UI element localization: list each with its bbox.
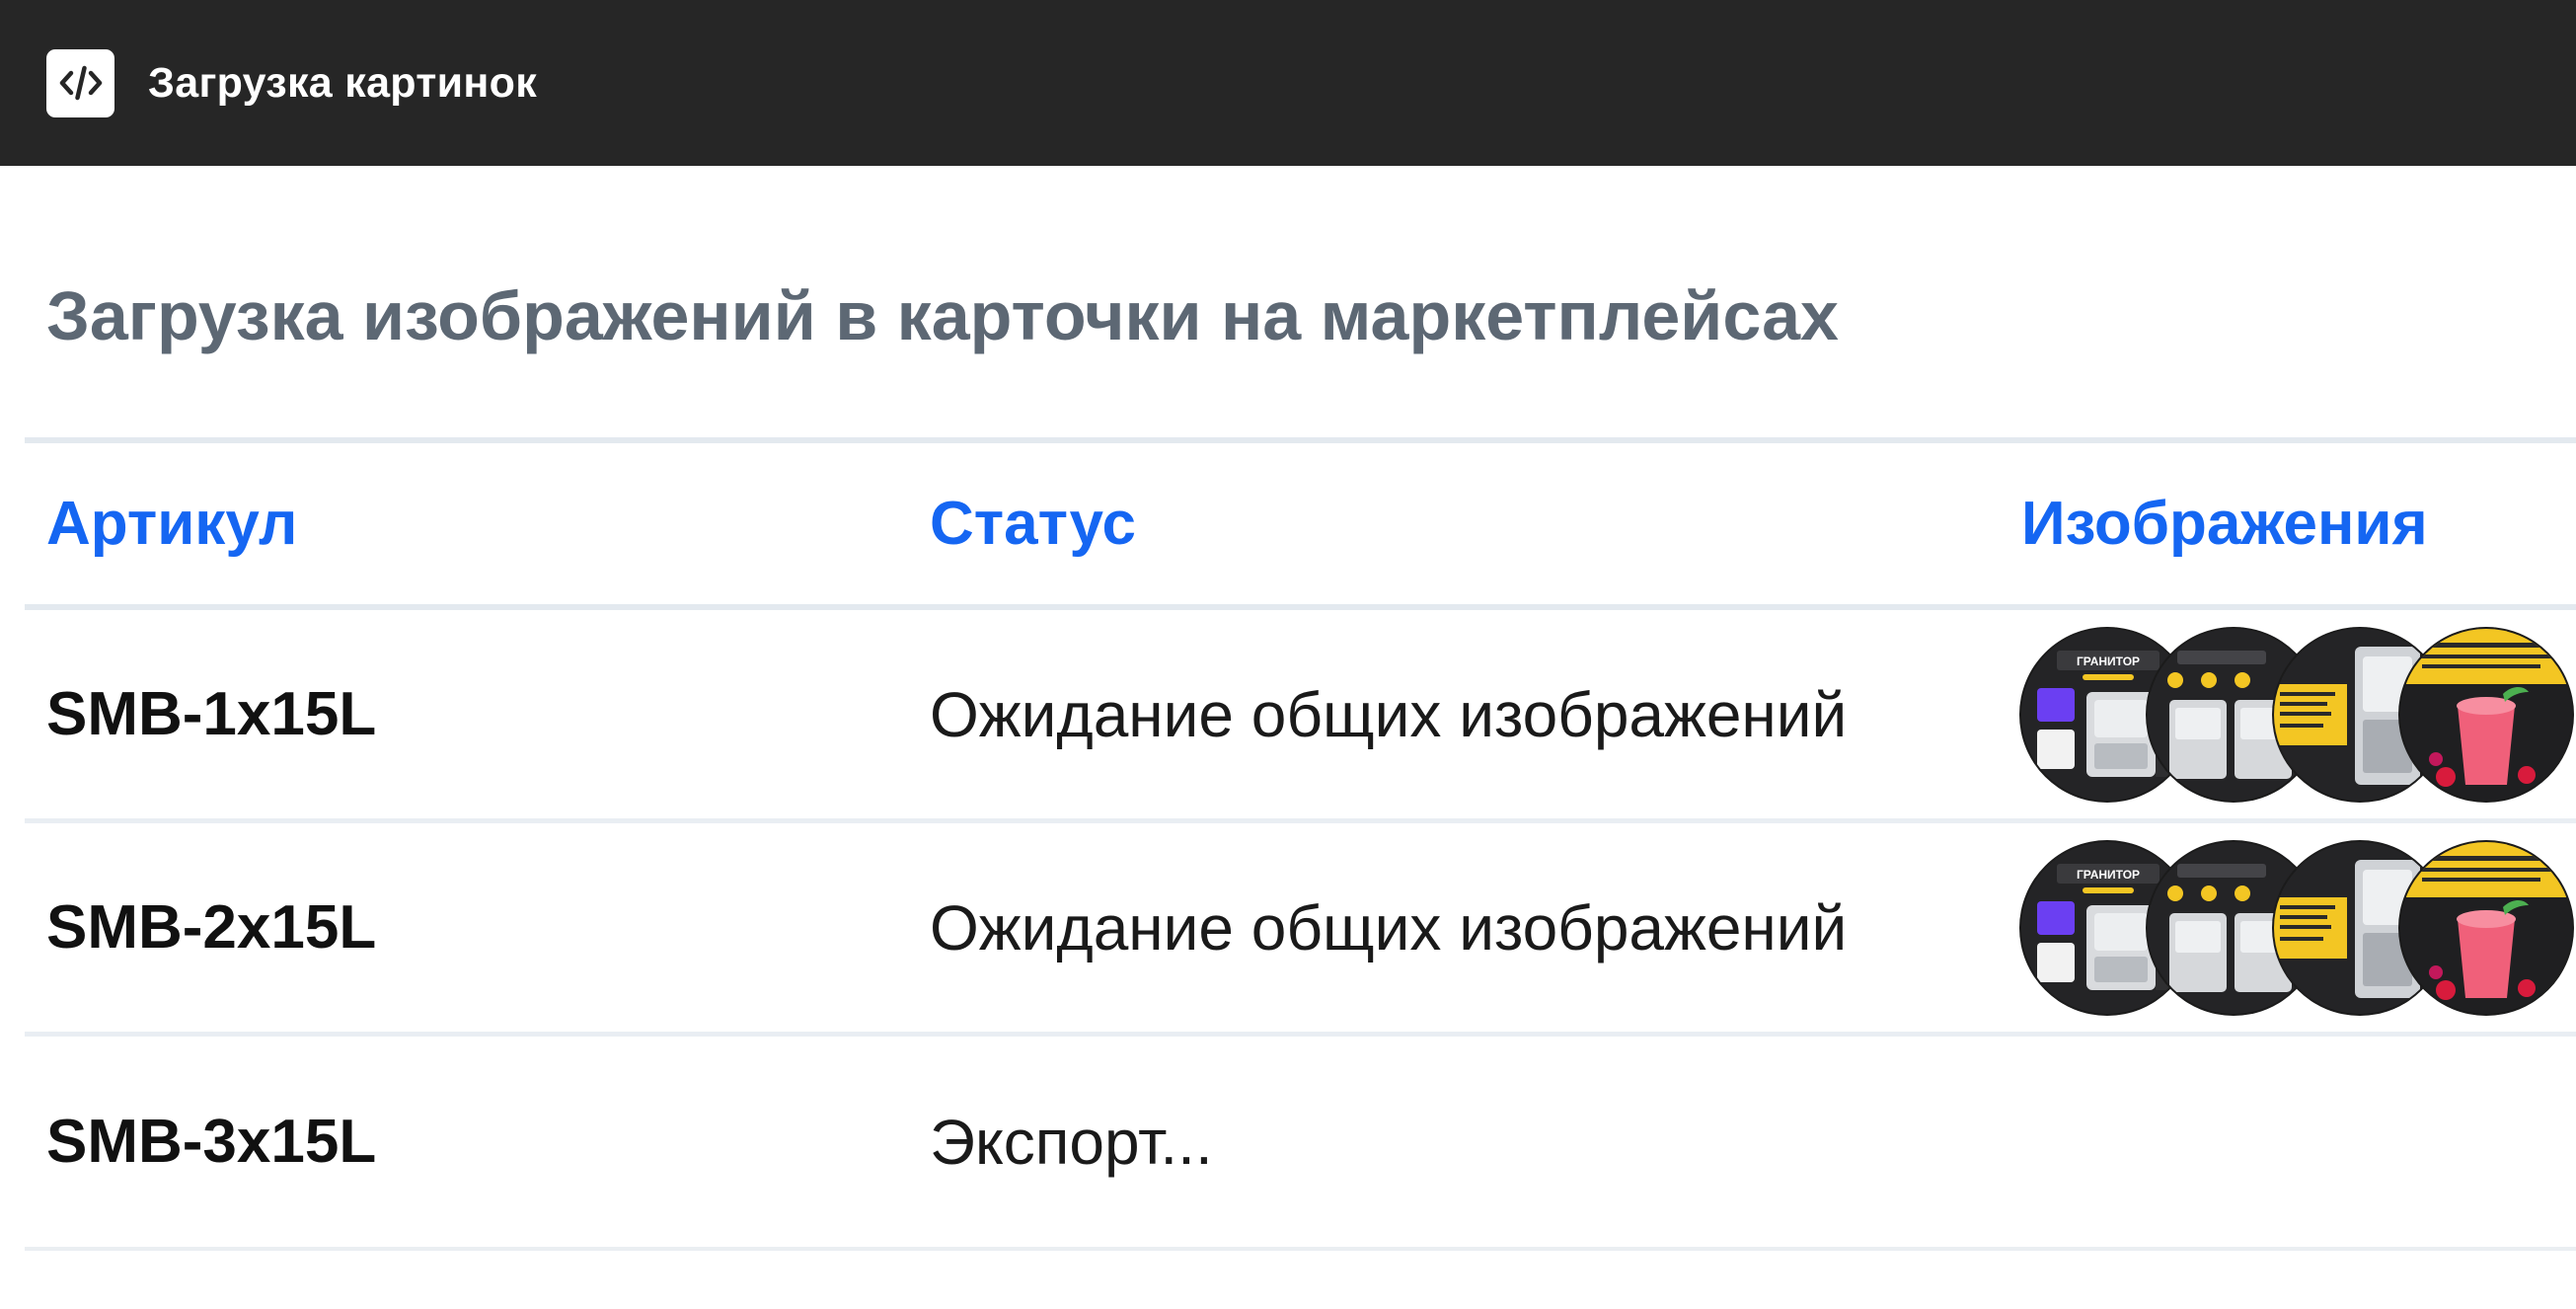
table-row[interactable]: SMB-3x15L Экспорт...	[25, 1037, 2576, 1251]
svg-text:ГРАНИТОР: ГРАНИТОР	[2077, 654, 2140, 668]
image-thumbnails: ГРАНИТОР	[2021, 610, 2572, 818]
sku-cell: SMB-2x15L	[46, 893, 377, 962]
table-row[interactable]: SMB-2x15L Ожидание общих изображений ГРА…	[25, 823, 2576, 1037]
svg-text:ГРАНИТОР: ГРАНИТОР	[2077, 868, 2140, 882]
image-thumbnails: ГРАНИТОР	[2021, 823, 2572, 1032]
status-cell: Ожидание общих изображений	[930, 891, 1848, 963]
page-title: Загрузка изображений в карточки на марке…	[46, 277, 1839, 354]
column-header-sku[interactable]: Артикул	[46, 443, 297, 604]
app-title: Загрузка картинок	[148, 58, 538, 107]
images-table: Артикул Статус Изображения SMB-1x15L Ожи…	[25, 437, 2576, 1251]
sku-cell: SMB-1x15L	[46, 680, 377, 748]
column-header-images[interactable]: Изображения	[2021, 443, 2428, 604]
table-row[interactable]: SMB-1x15L Ожидание общих изображений ГРА…	[25, 610, 2576, 823]
status-cell: Ожидание общих изображений	[930, 678, 1848, 750]
product-image-thumbnail[interactable]	[2400, 628, 2572, 801]
product-image-thumbnail[interactable]	[2400, 841, 2572, 1014]
column-header-status[interactable]: Статус	[930, 443, 1136, 604]
sku-cell: SMB-3x15L	[46, 1108, 377, 1176]
app-header: Загрузка картинок	[0, 0, 2576, 166]
status-cell: Экспорт...	[930, 1106, 1213, 1178]
code-icon	[46, 48, 114, 117]
table-header-row: Артикул Статус Изображения	[25, 437, 2576, 610]
